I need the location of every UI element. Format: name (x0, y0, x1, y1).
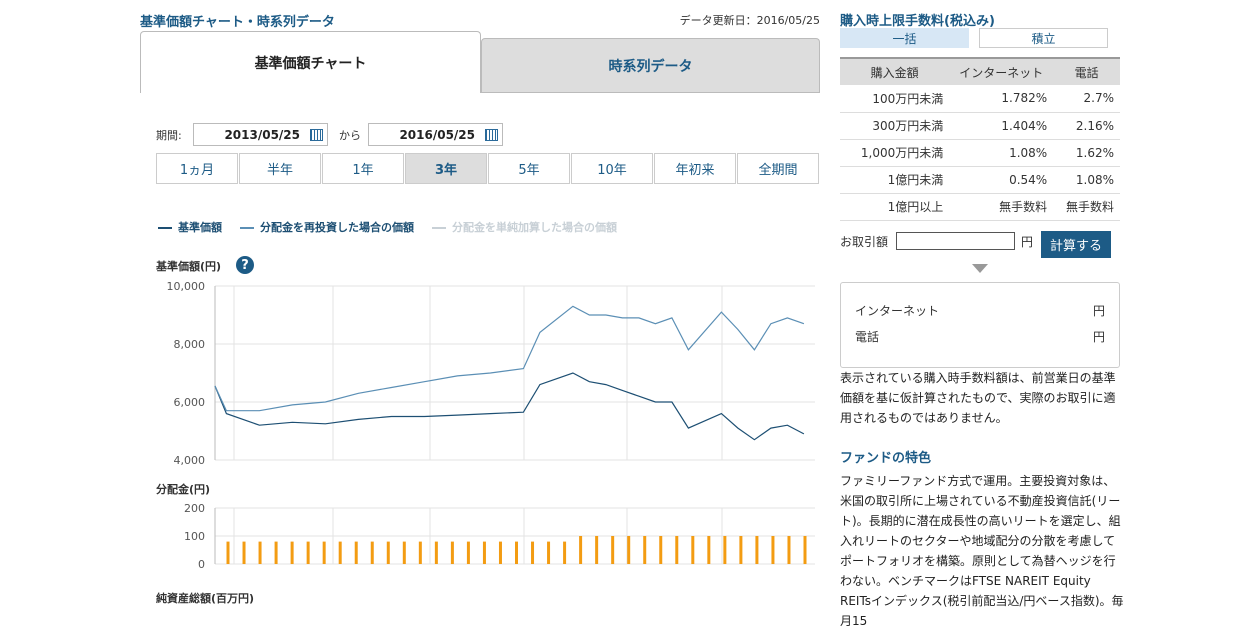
distribution-bar (531, 541, 535, 564)
distribution-bar (659, 536, 663, 564)
distribution-bar (322, 541, 326, 564)
distribution-bar (450, 541, 454, 564)
y-tick-label: 8,000 (174, 338, 206, 351)
distribution-bar (498, 541, 502, 564)
result-internet-label: インターネット (855, 304, 940, 318)
fee-result-box: インターネット 円 電話 円 (840, 282, 1120, 368)
distribution-bar (595, 536, 599, 564)
distribution-bar (627, 536, 631, 564)
distribution-bar (739, 536, 743, 564)
distribution-bar (370, 541, 374, 564)
result-phone-label: 電話 (855, 330, 880, 344)
distribution-bar (226, 541, 230, 564)
distribution-bar (418, 541, 422, 564)
distribution-bar (707, 536, 711, 564)
legend-item-simple[interactable]: 分配金を単純加算した場合の価額 (432, 219, 617, 235)
chart-legend: 基準価額 分配金を再投資した場合の価額 分配金を単純加算した場合の価額 (158, 219, 617, 235)
update-date: データ更新日：2016/05/25 (679, 14, 820, 27)
distribution-bar (547, 541, 551, 564)
y-tick-label: 10,000 (167, 280, 206, 293)
fee-table-header: 購入金額 インターネット 電話 (840, 57, 1120, 85)
calendar-icon[interactable] (485, 128, 498, 141)
table-row: 100万円未満 1.782% 2.7% (840, 85, 1120, 113)
tab-installment[interactable]: 積立 (979, 28, 1108, 48)
calculate-button[interactable]: 計算する (1041, 231, 1111, 258)
distribution-bar (643, 536, 647, 564)
distribution-bar (402, 541, 406, 564)
down-arrow-icon (972, 264, 988, 273)
distribution-bar (771, 536, 775, 564)
calendar-icon[interactable] (310, 128, 323, 141)
to-label: から (339, 129, 361, 142)
fee-title: 購入時上限手数料(税込み) (840, 14, 995, 29)
table-row: 1,000万円未満 1.08% 1.62% (840, 139, 1120, 167)
distribution-bar (338, 541, 342, 564)
period-label: 期間: (156, 129, 182, 142)
price-chart: 10,000 8,000 6,000 4,000 200 100 0 (167, 280, 815, 571)
period-3y-button[interactable]: 3年 (405, 153, 487, 184)
amount-row: お取引額 円 (840, 232, 1033, 250)
period-ytd-button[interactable]: 年初来 (654, 153, 736, 184)
y-tick-label: 4,000 (174, 454, 206, 467)
tab-price-chart[interactable]: 基準価額チャート (140, 31, 481, 93)
period-5y-button[interactable]: 5年 (488, 153, 570, 184)
period-6m-button[interactable]: 半年 (239, 153, 321, 184)
distribution-bar (386, 541, 390, 564)
from-date-field[interactable]: 2013/05/25 (193, 123, 328, 146)
distribution-bar (691, 536, 695, 564)
period-all-button[interactable]: 全期間 (737, 153, 819, 184)
distribution-bar (755, 536, 759, 564)
fee-table: 購入金額 インターネット 電話 100万円未満 1.782% 2.7% 300万円未… (840, 57, 1120, 221)
distribution-bar (290, 541, 294, 564)
table-row: 1億円未満 0.54% 1.08% (840, 166, 1120, 194)
result-phone-yen: 円 (1092, 330, 1105, 344)
y-tick-label: 0 (198, 558, 205, 571)
to-date-value: 2016/05/25 (399, 127, 475, 142)
distribution-bar (274, 541, 278, 564)
table-row: 300万円未満 1.404% 2.16% (840, 112, 1120, 140)
distribution-bar (354, 541, 358, 564)
yen-label: 円 (1021, 234, 1034, 249)
feature-title: ファンドの特色 (840, 451, 932, 466)
legend-item-reinvest[interactable]: 分配金を再投資した場合の価額 (240, 219, 414, 235)
reinvest-series-line (214, 305, 805, 412)
distribution-bar (803, 536, 807, 564)
distribution-bar (434, 541, 438, 564)
distribution-bar (482, 541, 486, 564)
distribution-bar (242, 541, 246, 564)
y-tick-label: 200 (184, 502, 205, 515)
tab-lump-sum[interactable]: 一括 (840, 28, 969, 48)
feature-text: ファミリーファンド方式で運用。主要投資対象は、米国の取引所に上場されている不動産… (840, 474, 1124, 628)
distribution-bar (515, 541, 518, 564)
net-assets-title: 純資産総額(百万円) (156, 592, 255, 605)
amount-label: お取引額 (840, 234, 889, 249)
to-date-field[interactable]: 2016/05/25 (368, 123, 503, 146)
distribution-bar (579, 536, 583, 564)
distribution-bar (611, 536, 615, 564)
distribution-bar (723, 536, 727, 564)
tab-divider (481, 92, 820, 93)
section-title: 基準価額チャート・時系列データ (140, 15, 335, 30)
fee-panel: 購入時上限手数料(税込み) 一括 積立 購入金額 インターネット 電話 100万… (840, 0, 1124, 628)
amount-input[interactable] (896, 232, 1016, 250)
y-tick-label: 6,000 (174, 396, 206, 409)
chart-section: 基準価額チャート・時系列データ データ更新日：2016/05/25 基準価額チャ… (140, 0, 820, 605)
nav-series-line (214, 372, 805, 441)
distribution-bar (306, 541, 310, 564)
legend-item-nav[interactable]: 基準価額 (158, 219, 222, 235)
distribution-bar (675, 536, 679, 564)
distribution-bar (563, 541, 567, 564)
from-date-value: 2013/05/25 (224, 127, 300, 142)
table-row: 1億円以上 無手数料 無手数料 (840, 193, 1120, 221)
result-internet-yen: 円 (1092, 304, 1105, 318)
fee-note: 表示されている購入時手数料額は、前営業日の基準価額を基に仮計算されたもので、実際… (840, 371, 1116, 425)
period-1m-button[interactable]: 1ヵ月 (156, 153, 238, 184)
period-1y-button[interactable]: 1年 (322, 153, 404, 184)
distribution-bar (258, 541, 262, 564)
tab-time-series[interactable]: 時系列データ (481, 38, 820, 93)
distribution-bar (466, 541, 470, 564)
distribution-bar (787, 536, 791, 564)
period-10y-button[interactable]: 10年 (571, 153, 653, 184)
y-tick-label: 100 (184, 530, 205, 543)
